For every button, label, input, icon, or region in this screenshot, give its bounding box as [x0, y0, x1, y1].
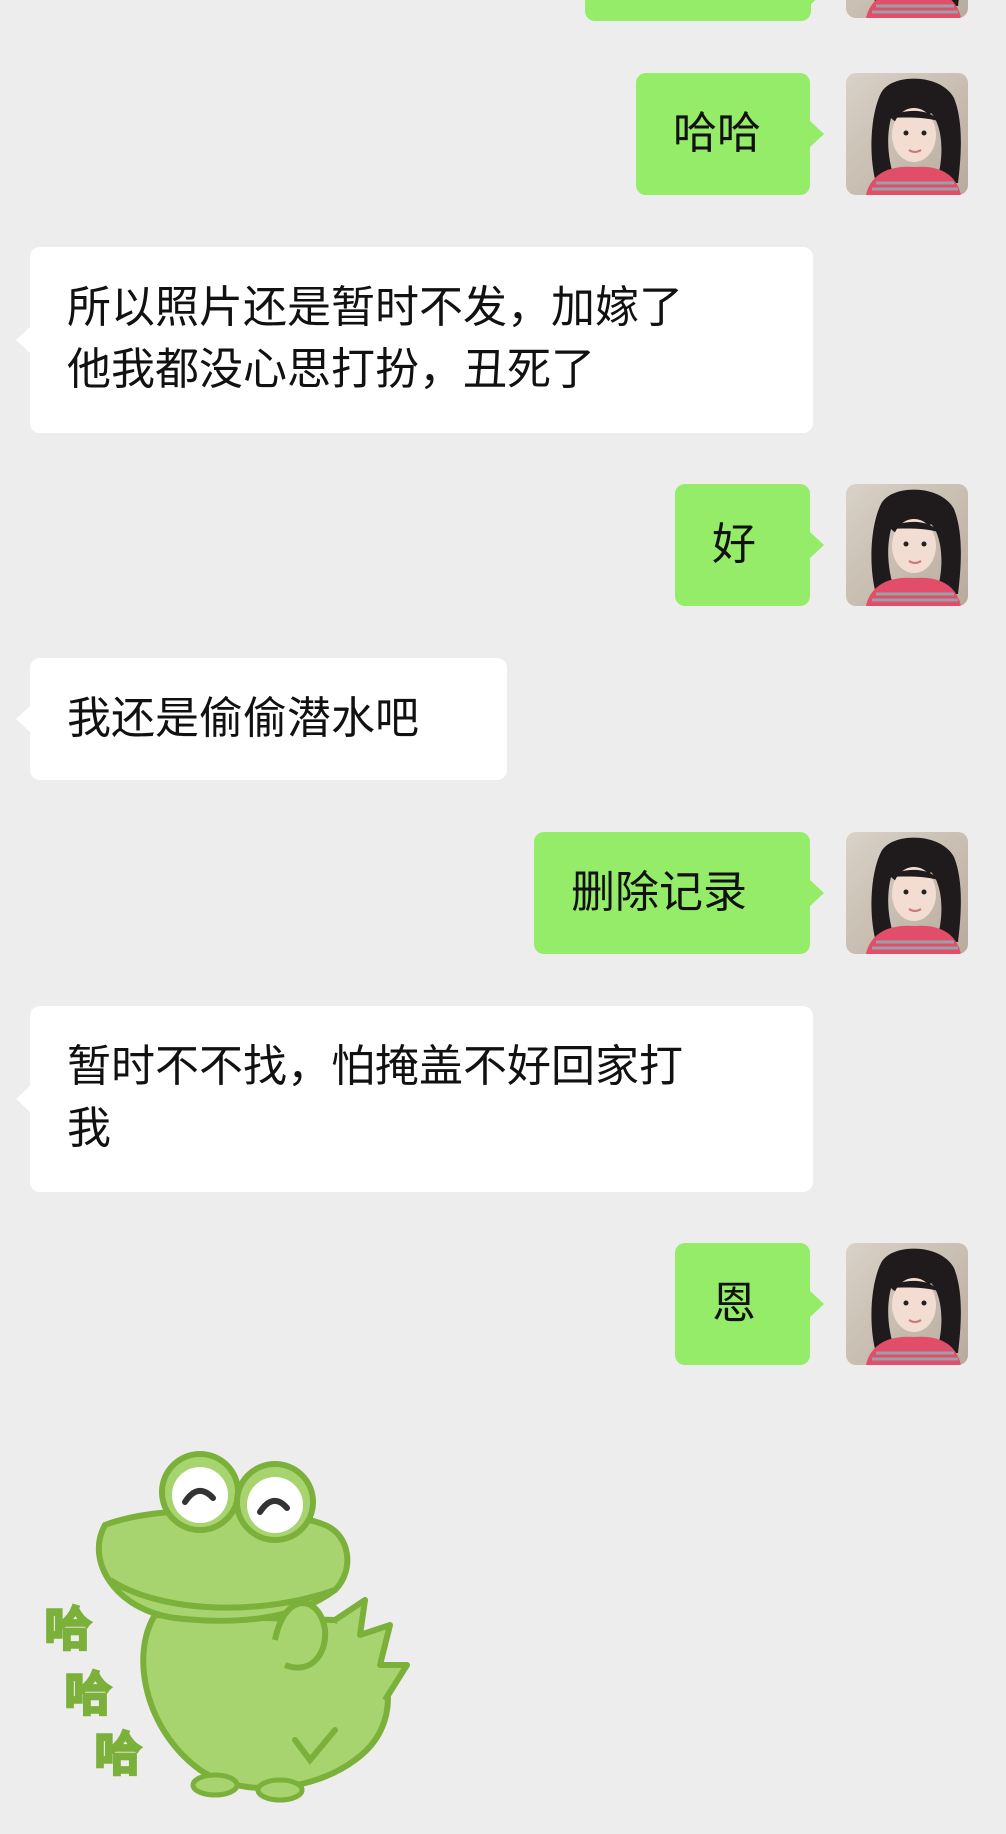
sticker-char-1: 哈: [45, 1602, 91, 1656]
message-text: 哈哈: [673, 108, 761, 159]
message-text: 所以照片还是暂时不发，加嫁了 他我都没心思打扮，丑死了: [67, 282, 683, 395]
message-bubble-sent[interactable]: 哈哈: [636, 73, 824, 195]
sticker-char-2: 哈: [65, 1667, 111, 1721]
avatar[interactable]: [846, 0, 968, 18]
sticker-char-3: 哈: [95, 1727, 141, 1781]
avatar[interactable]: [846, 73, 968, 195]
message-bubble-partial[interactable]: [585, 0, 825, 21]
message-bubble-sent[interactable]: 好: [675, 484, 824, 606]
message-bubble-sent[interactable]: 恩: [675, 1243, 824, 1365]
message-text: 好: [712, 519, 756, 570]
message-text: 暂时不不找，怕掩盖不好回家打 我: [67, 1041, 683, 1154]
message-text: 删除记录: [571, 867, 747, 918]
message-text: 恩: [712, 1278, 756, 1329]
green-frog-sticker-icon: 哈 哈 哈: [44, 1451, 410, 1803]
avatar[interactable]: [846, 832, 968, 954]
message-bubble-received[interactable]: 所以照片还是暂时不发，加嫁了 他我都没心思打扮，丑死了: [16, 247, 813, 433]
message-bubble-received[interactable]: 暂时不不找，怕掩盖不好回家打 我: [16, 1006, 813, 1192]
message-bubble-sent[interactable]: 删除记录: [534, 832, 824, 954]
avatar[interactable]: [846, 1243, 968, 1365]
frog-sticker[interactable]: 哈 哈 哈: [35, 1440, 415, 1810]
message-bubble-received[interactable]: 我还是偷偷潜水吧: [16, 658, 507, 780]
avatar[interactable]: [846, 484, 968, 606]
message-text: 我还是偷偷潜水吧: [67, 693, 419, 744]
